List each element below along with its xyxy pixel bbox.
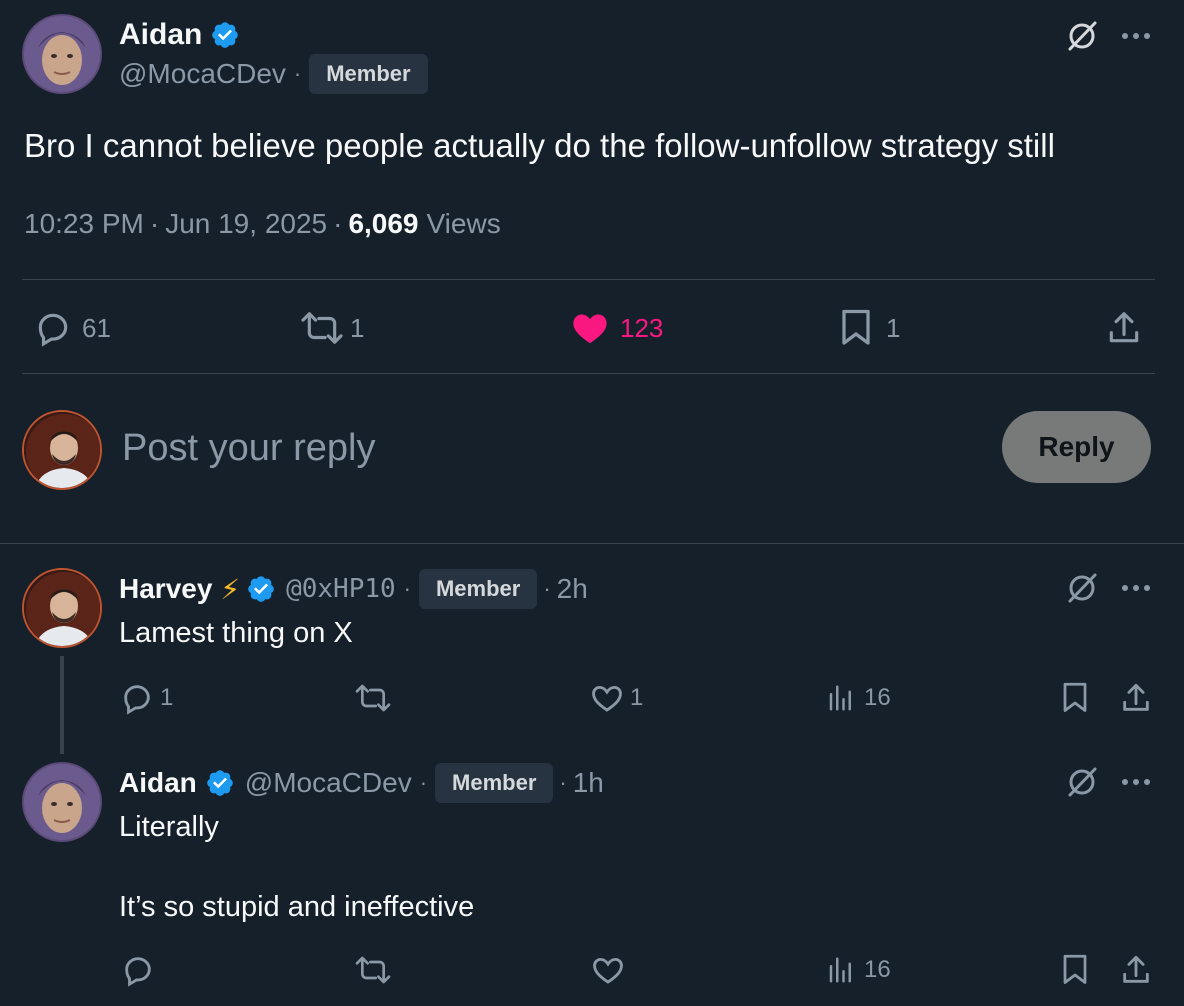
- like-icon: [590, 681, 624, 715]
- views-action[interactable]: 16: [826, 680, 891, 716]
- views-action[interactable]: 16: [826, 952, 891, 988]
- like-count: 1: [630, 684, 644, 711]
- reply-author-name[interactable]: Aidan: [119, 767, 197, 799]
- more-icon[interactable]: [1118, 20, 1154, 52]
- separator-dot: ·: [149, 208, 160, 239]
- share-icon[interactable]: [1118, 680, 1154, 716]
- repost-action[interactable]: 1: [298, 307, 364, 349]
- divider: [0, 543, 1184, 544]
- bookmark-count: 1: [886, 312, 901, 343]
- reply-icon: [120, 681, 154, 715]
- separator-dot: ·: [403, 576, 411, 601]
- reply-author-handle[interactable]: @MocaCDev: [245, 767, 412, 799]
- reply-age[interactable]: 1h: [573, 767, 604, 799]
- views-count: 16: [864, 956, 891, 983]
- member-badge[interactable]: Member: [435, 763, 554, 803]
- reply-author-name[interactable]: Harvey: [119, 573, 212, 605]
- member-badge[interactable]: Member: [309, 54, 428, 94]
- views-count: 16: [864, 684, 891, 711]
- bookmark-action[interactable]: 1: [838, 307, 900, 349]
- share-icon[interactable]: [1104, 307, 1144, 349]
- like-icon: [570, 309, 610, 347]
- more-icon[interactable]: [1118, 766, 1154, 798]
- grok-icon[interactable]: [1062, 572, 1102, 604]
- member-badge[interactable]: Member: [418, 569, 538, 609]
- grok-icon[interactable]: [1062, 766, 1102, 798]
- bookmark-icon[interactable]: [1058, 952, 1092, 988]
- reply-icon[interactable]: [120, 952, 156, 988]
- verified-icon: [205, 768, 235, 798]
- reply-age[interactable]: 2h: [557, 573, 588, 605]
- tweet-time[interactable]: 10:23 PM: [24, 206, 144, 242]
- share-icon[interactable]: [1118, 952, 1154, 988]
- reply-action[interactable]: 1: [120, 680, 173, 716]
- like-action[interactable]: 123: [570, 307, 663, 349]
- divider: [22, 373, 1155, 374]
- divider: [22, 279, 1155, 280]
- like-icon[interactable]: [590, 952, 626, 988]
- like-count: 123: [620, 312, 664, 343]
- reply-action[interactable]: 61: [34, 307, 111, 349]
- reply-text: Lamest thing on X: [119, 617, 353, 649]
- reply-count: 1: [160, 684, 174, 711]
- bookmark-icon: [838, 308, 874, 348]
- reply-text-line1: Literally: [119, 811, 219, 843]
- verified-icon: [246, 574, 276, 604]
- reply-avatar[interactable]: [22, 568, 102, 648]
- views-label: Views: [426, 208, 501, 239]
- grok-icon[interactable]: [1062, 20, 1102, 52]
- views-icon: [826, 683, 856, 713]
- reply-button[interactable]: Reply: [1002, 411, 1151, 483]
- separator-dot: ·: [293, 61, 302, 86]
- author-name[interactable]: Aidan: [119, 18, 202, 52]
- author-handle[interactable]: @MocaCDev: [119, 58, 286, 90]
- reply-text-line2: It’s so stupid and ineffective: [119, 891, 475, 923]
- reply-input[interactable]: [122, 420, 882, 476]
- separator-dot: ·: [419, 770, 428, 795]
- thread-line: [60, 656, 64, 754]
- separator-dot: ·: [559, 770, 567, 795]
- repost-count: 1: [350, 312, 365, 343]
- repost-icon[interactable]: [352, 680, 394, 716]
- current-user-avatar[interactable]: [22, 410, 102, 490]
- author-avatar[interactable]: [22, 14, 102, 94]
- verified-icon: [210, 20, 240, 50]
- repost-icon: [298, 309, 346, 347]
- tweet-date[interactable]: Jun 19, 2025: [165, 206, 327, 242]
- separator-dot: ·: [333, 208, 343, 239]
- tweet-text: Bro I cannot believe people actually do …: [24, 127, 1055, 164]
- lightning-emoji: ⚡: [220, 573, 241, 605]
- repost-icon[interactable]: [352, 952, 394, 988]
- reply-count: 61: [82, 312, 111, 343]
- more-icon[interactable]: [1118, 572, 1154, 604]
- views-icon: [826, 955, 856, 985]
- views-count: 6,069: [348, 208, 419, 239]
- reply-icon: [34, 309, 72, 347]
- reply-author-handle[interactable]: @0xHP10: [286, 574, 396, 604]
- like-action[interactable]: 1: [590, 680, 643, 716]
- bookmark-icon[interactable]: [1058, 680, 1092, 716]
- reply-avatar[interactable]: [22, 762, 102, 842]
- separator-dot: ·: [543, 576, 551, 601]
